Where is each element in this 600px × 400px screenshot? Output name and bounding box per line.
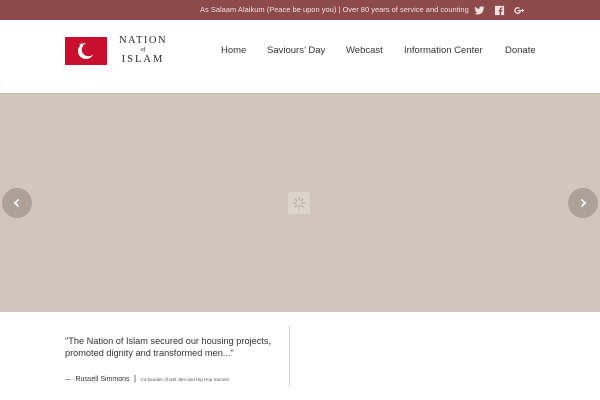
- slider-next-button[interactable]: [568, 188, 598, 218]
- nav-home[interactable]: Home: [221, 20, 246, 82]
- logo-word-nation: NATION: [118, 35, 168, 46]
- hero-slider: [0, 93, 600, 312]
- nav-information-center[interactable]: Information Center: [404, 20, 483, 82]
- facebook-icon[interactable]: [492, 3, 506, 17]
- site-header: NATION of ISLAM Home Saviours’ Day Webca…: [0, 20, 600, 82]
- attribution-separator: |: [133, 374, 137, 383]
- testimonial-author-role: Co-founder of Def Jam and Hip Hop Summit: [140, 377, 229, 382]
- logo-word-of: of: [140, 47, 146, 53]
- slider-prev-button[interactable]: [2, 188, 32, 218]
- nation-of-islam-logo[interactable]: NATION of ISLAM: [65, 35, 175, 69]
- vertical-divider: [289, 326, 290, 386]
- logo-wordmark: NATION of ISLAM: [111, 35, 175, 66]
- google-plus-icon[interactable]: [512, 3, 526, 17]
- crescent-star-flag-icon: [65, 37, 107, 65]
- nav-donate[interactable]: Donate: [505, 20, 536, 82]
- twitter-icon[interactable]: [472, 3, 486, 17]
- testimonial-attribution: — Russell Simmons | Co-founder of Def Ja…: [65, 368, 290, 386]
- chevron-left-icon: [13, 198, 20, 208]
- loading-spinner-icon: [288, 192, 310, 214]
- chevron-right-icon: [580, 198, 587, 208]
- attribution-dash: —: [65, 377, 71, 383]
- testimonial-author: Russell Simmons: [75, 376, 130, 383]
- testimonial-section: "The Nation of Islam secured our housing…: [0, 312, 600, 400]
- nav-saviours-day[interactable]: Saviours’ Day: [267, 20, 325, 82]
- nav-webcast[interactable]: Webcast: [346, 20, 383, 82]
- greeting-message: As Salaam Alaikum (Peace be upon you) | …: [200, 5, 469, 14]
- logo-word-islam: ISLAM: [121, 54, 165, 65]
- header-divider-mark: ·: [0, 84, 2, 90]
- top-announcement-bar: As Salaam Alaikum (Peace be upon you) | …: [0, 0, 600, 20]
- testimonial-quote: "The Nation of Islam secured our housing…: [65, 336, 272, 358]
